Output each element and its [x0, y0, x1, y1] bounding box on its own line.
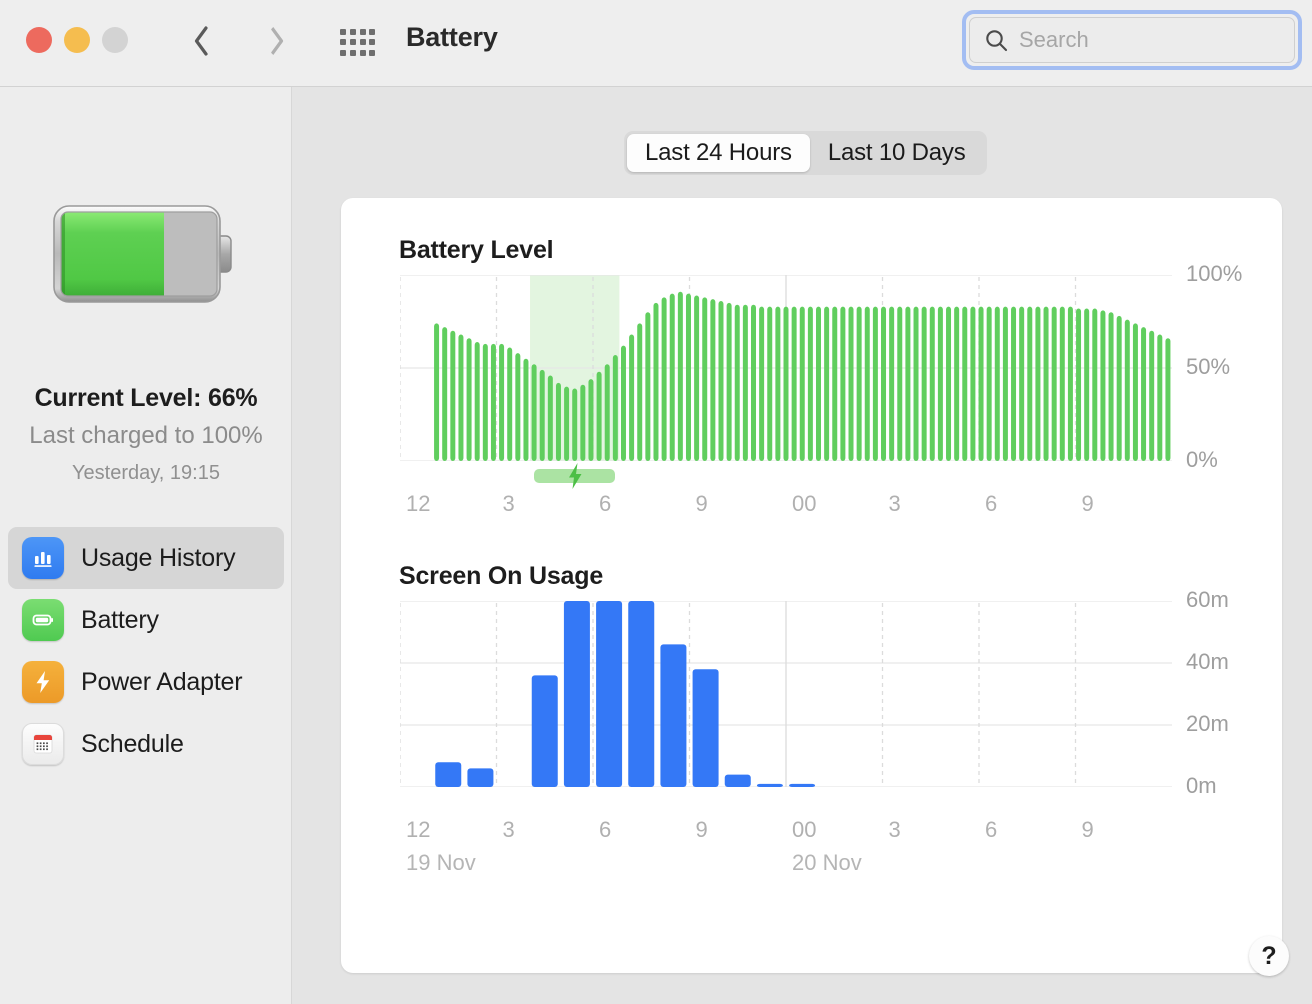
- battery-level-y-axis-labels: 0% 50% 100%: [1186, 261, 1296, 472]
- screen-on-usage-date-labels: 19 Nov 20 Nov: [400, 850, 1180, 880]
- battery-level-x-axis-labels: 12 3 6 9 00 3 6 9: [400, 491, 1180, 521]
- window-titlebar: Battery: [0, 0, 1312, 87]
- y-axis-tick-label: 50%: [1186, 354, 1231, 379]
- x-axis-tick-label: 9: [695, 491, 708, 516]
- battery-level-chart: [400, 275, 1172, 461]
- bolt-icon: [22, 661, 64, 703]
- show-all-grid-icon[interactable]: [337, 25, 379, 61]
- time-range-segmented-control[interactable]: Last 24 Hours Last 10 Days: [624, 131, 987, 175]
- sidebar-nav-list: Usage History Battery Power Adapter Sche…: [8, 527, 284, 775]
- charging-bolt-icon: [568, 463, 582, 489]
- x-axis-tick-label: 6: [599, 817, 612, 842]
- back-button[interactable]: [178, 18, 224, 64]
- segment-last-24-hours[interactable]: Last 24 Hours: [627, 134, 810, 172]
- x-axis-tick-label: 3: [502, 817, 515, 842]
- x-axis-date-label: 19 Nov: [406, 850, 476, 875]
- x-axis-tick-label: 3: [888, 817, 901, 842]
- y-axis-tick-label: 0m: [1186, 773, 1217, 798]
- battery-icon: [22, 599, 64, 641]
- x-axis-tick-label: 12: [406, 491, 431, 516]
- x-axis-tick-label: 6: [985, 491, 998, 516]
- y-axis-tick-label: 0%: [1186, 447, 1218, 472]
- segment-last-10-days[interactable]: Last 10 Days: [810, 134, 984, 172]
- sidebar-item-label: Usage History: [81, 543, 236, 572]
- x-axis-tick-label: 00: [792, 491, 817, 516]
- screen-on-usage-chart: [400, 601, 1172, 787]
- sidebar-item-label: Battery: [81, 605, 159, 634]
- bar-chart-icon: [22, 537, 64, 579]
- x-axis-tick-label: 3: [888, 491, 901, 516]
- y-axis-tick-label: 40m: [1186, 649, 1229, 674]
- x-axis-tick-label: 9: [1081, 817, 1094, 842]
- battery-status-icon: [53, 205, 232, 303]
- search-icon: [986, 29, 1008, 51]
- last-charged-time: Yesterday, 19:15: [72, 462, 220, 484]
- help-button[interactable]: ?: [1249, 936, 1289, 976]
- sidebar-item-label: Power Adapter: [81, 667, 243, 696]
- usage-history-panel: Battery Level 0% 50% 100% 12 3 6 9 00 3 6 9 Scree…: [341, 198, 1282, 973]
- zoom-button[interactable]: [102, 27, 128, 53]
- x-axis-date-label: 20 Nov: [792, 850, 862, 875]
- search-field-focus-ring: [962, 10, 1307, 70]
- x-axis-tick-label: 6: [985, 817, 998, 842]
- x-axis-tick-label: 9: [1081, 491, 1094, 516]
- last-charged-text: Last charged to 100%: [29, 422, 263, 449]
- x-axis-tick-label: 3: [502, 491, 515, 516]
- screen-on-usage-x-axis-labels: 12 3 6 9 00 3 6 9: [400, 817, 1180, 847]
- battery-level-chart-title: Battery Level: [399, 236, 554, 264]
- screen-on-usage-y-axis-labels: 0m 20m 40m 60m: [1186, 587, 1296, 798]
- search-input[interactable]: [1019, 27, 1307, 53]
- y-axis-tick-label: 20m: [1186, 711, 1229, 736]
- sidebar-item-schedule[interactable]: Schedule: [8, 713, 284, 775]
- x-axis-tick-label: 6: [599, 491, 612, 516]
- page-title: Battery: [406, 22, 498, 52]
- y-axis-tick-label: 60m: [1186, 587, 1229, 612]
- chevron-right-icon: [269, 26, 283, 56]
- chevron-left-icon: [194, 26, 208, 56]
- screen-on-usage-chart-title: Screen On Usage: [399, 562, 604, 590]
- sidebar: Current Level: 66% Last charged to 100% …: [0, 87, 292, 1004]
- x-axis-tick-label: 00: [792, 817, 817, 842]
- calendar-icon: [22, 723, 64, 765]
- content-area: Last 24 Hours Last 10 Days Battery Level…: [293, 87, 1312, 1004]
- close-button[interactable]: [26, 27, 52, 53]
- y-axis-tick-label: 100%: [1186, 261, 1243, 286]
- current-level-text: Current Level: 66%: [34, 384, 258, 412]
- sidebar-item-power-adapter[interactable]: Power Adapter: [8, 651, 284, 713]
- sidebar-item-battery[interactable]: Battery: [8, 589, 284, 651]
- traffic-light-group: [26, 27, 128, 53]
- forward-button[interactable]: [253, 18, 299, 64]
- search-field[interactable]: [969, 17, 1307, 63]
- charging-indicator-bar: [534, 463, 616, 489]
- x-axis-tick-label: 9: [695, 817, 708, 842]
- minimize-button[interactable]: [64, 27, 90, 53]
- x-axis-tick-label: 12: [406, 817, 431, 842]
- sidebar-item-usage-history[interactable]: Usage History: [8, 527, 284, 589]
- sidebar-item-label: Schedule: [81, 729, 184, 758]
